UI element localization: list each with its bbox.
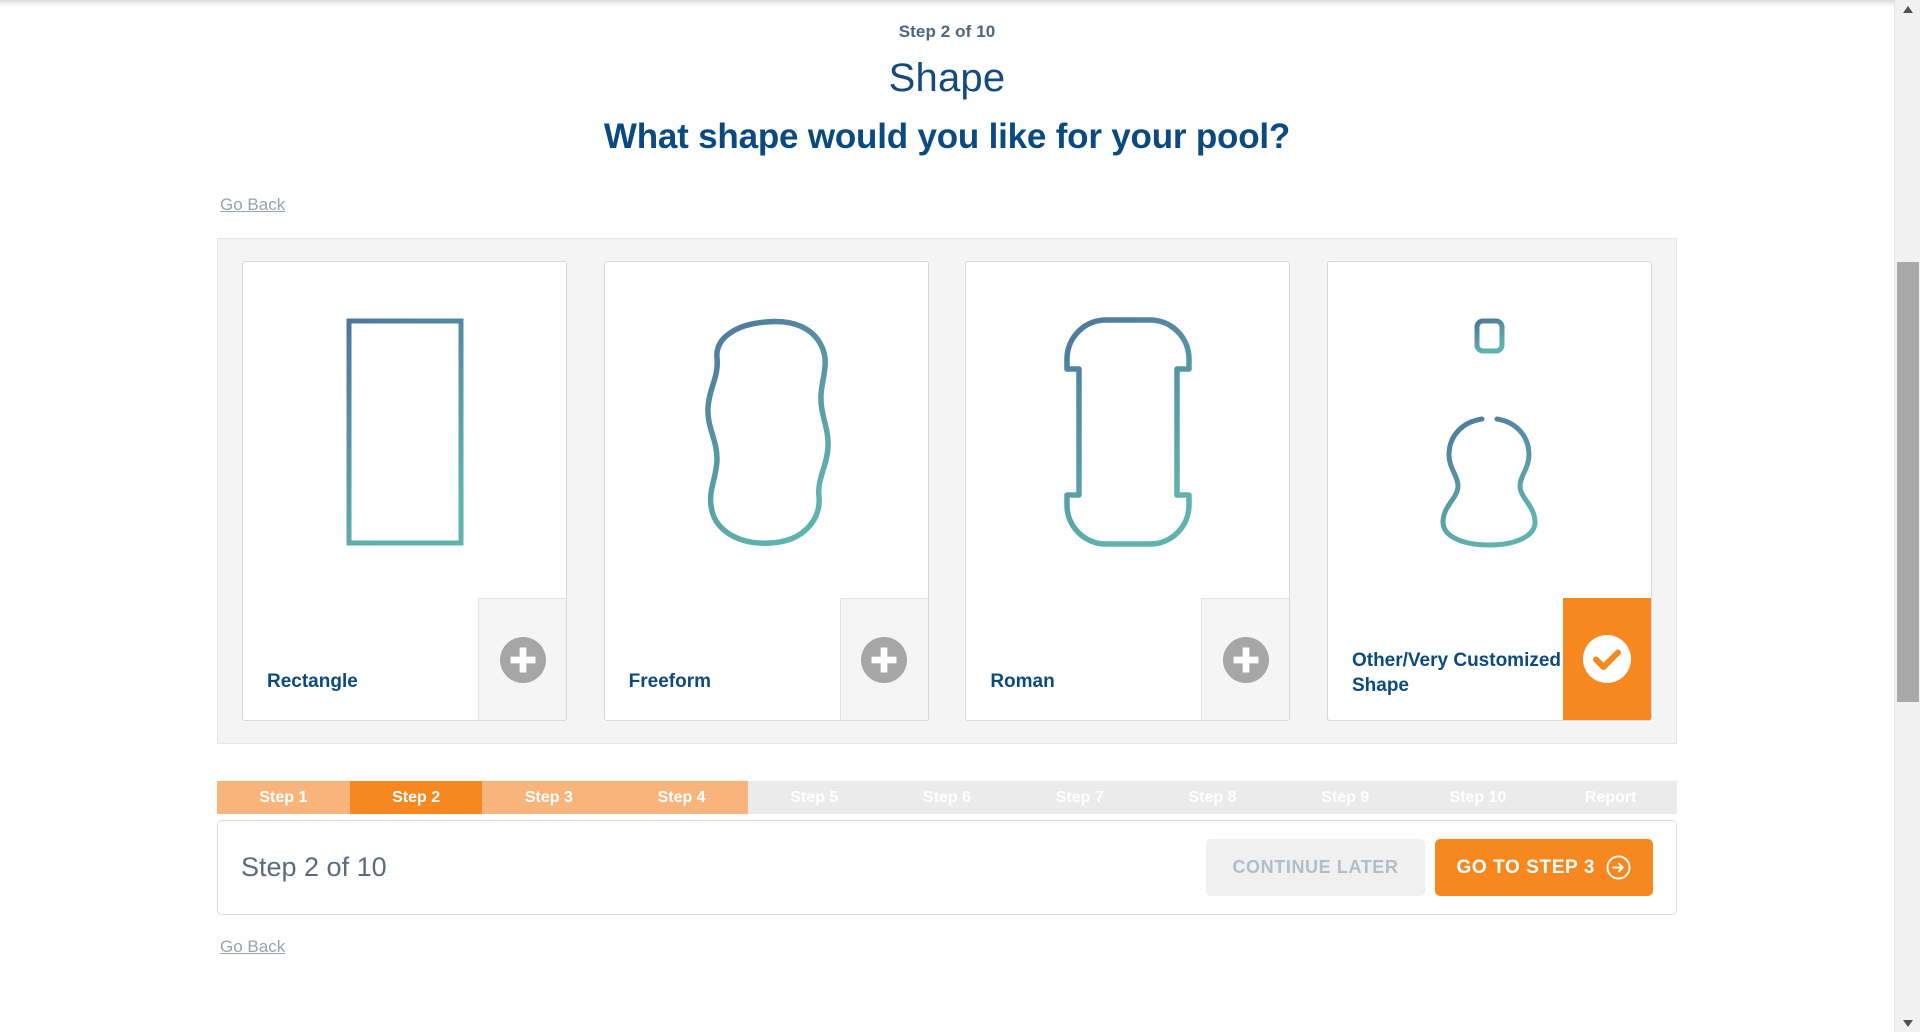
option-card-rectangle[interactable]: Rectangle [242,261,567,721]
step-chip-5[interactable]: Step 5 [747,781,881,814]
page-root: Step 2 of 10 Shape What shape would you … [0,0,1920,1032]
plus-icon [499,636,546,683]
shape-illustration-rectangle [243,262,566,602]
step-chip-9[interactable]: Step 9 [1278,781,1412,814]
vertical-scrollbar[interactable] [1894,0,1920,1032]
option-label-rectangle: Rectangle [267,670,358,692]
footer-progress-text: Step 2 of 10 [241,852,387,882]
go-back-link-bottom[interactable]: Go Back [220,937,285,957]
scroll-up-arrow[interactable] [1895,0,1920,18]
option-label-roman: Roman [990,670,1055,692]
step-chip-6[interactable]: Step 6 [880,781,1014,814]
add-option-button-rectangle[interactable] [478,598,566,720]
page-title: What shape would you like for your pool? [603,117,1291,156]
step-chip-10[interactable]: Step 10 [1411,781,1545,814]
step-chip-3[interactable]: Step 3 [482,781,616,814]
add-option-button-roman[interactable] [1201,598,1290,720]
step-chip-4[interactable]: Step 4 [615,781,748,814]
step-progress-bar: Step 1 Step 2 Step 3 Step 4 Step 5 Step … [217,781,1677,814]
option-card-roman[interactable]: Roman [965,261,1291,721]
step-chip-7[interactable]: Step 7 [1013,781,1147,814]
chevron-up-icon [1903,5,1913,13]
shape-illustration-freeform [605,262,928,602]
option-card-other-customized[interactable]: Other/Very Customized Shape [1326,261,1652,721]
section-title: Shape [888,56,1006,100]
continue-later-button[interactable]: CONTINUE LATER [1206,839,1425,896]
page-header: Step 2 of 10 Shape What shape would you … [0,0,1894,157]
plus-icon [1222,636,1269,683]
step-chip-2[interactable]: Step 2 [349,781,483,814]
step-chip-report[interactable]: Report [1544,781,1677,814]
plus-icon [861,636,908,683]
option-label-freeform: Freeform [628,670,712,692]
arrow-right-circle-icon [1606,855,1631,880]
step-chip-8[interactable]: Step 8 [1146,781,1279,814]
option-card-freeform[interactable]: Freeform [603,261,929,721]
go-to-next-step-button[interactable]: GO TO STEP 3 [1434,839,1653,896]
footer-actions: CONTINUE LATER GO TO STEP 3 [1206,839,1653,896]
shape-illustration-roman [966,262,1289,602]
page-content: Step 2 of 10 Shape What shape would you … [0,0,1894,1032]
go-back-link-top[interactable]: Go Back [220,195,285,215]
options-panel: Rectangle Freeform Roman Other/Very Cust… [217,238,1677,744]
option-label-other-customized: Other/Very Customized Shape [1351,649,1562,696]
chevron-down-icon [1903,1019,1913,1027]
check-circle-icon [1582,635,1631,683]
step-eyebrow: Step 2 of 10 [898,22,996,41]
selected-option-indicator[interactable] [1562,598,1651,720]
add-option-button-freeform[interactable] [839,598,928,720]
go-to-next-step-label: GO TO STEP 3 [1456,856,1595,878]
step-chip-1[interactable]: Step 1 [217,781,350,814]
wizard-footer: Step 2 of 10 CONTINUE LATER GO TO STEP 3 [217,820,1677,915]
scrollbar-thumb[interactable] [1897,262,1919,702]
shape-illustration-guitar [1328,262,1651,602]
scroll-down-arrow[interactable] [1895,1014,1920,1032]
